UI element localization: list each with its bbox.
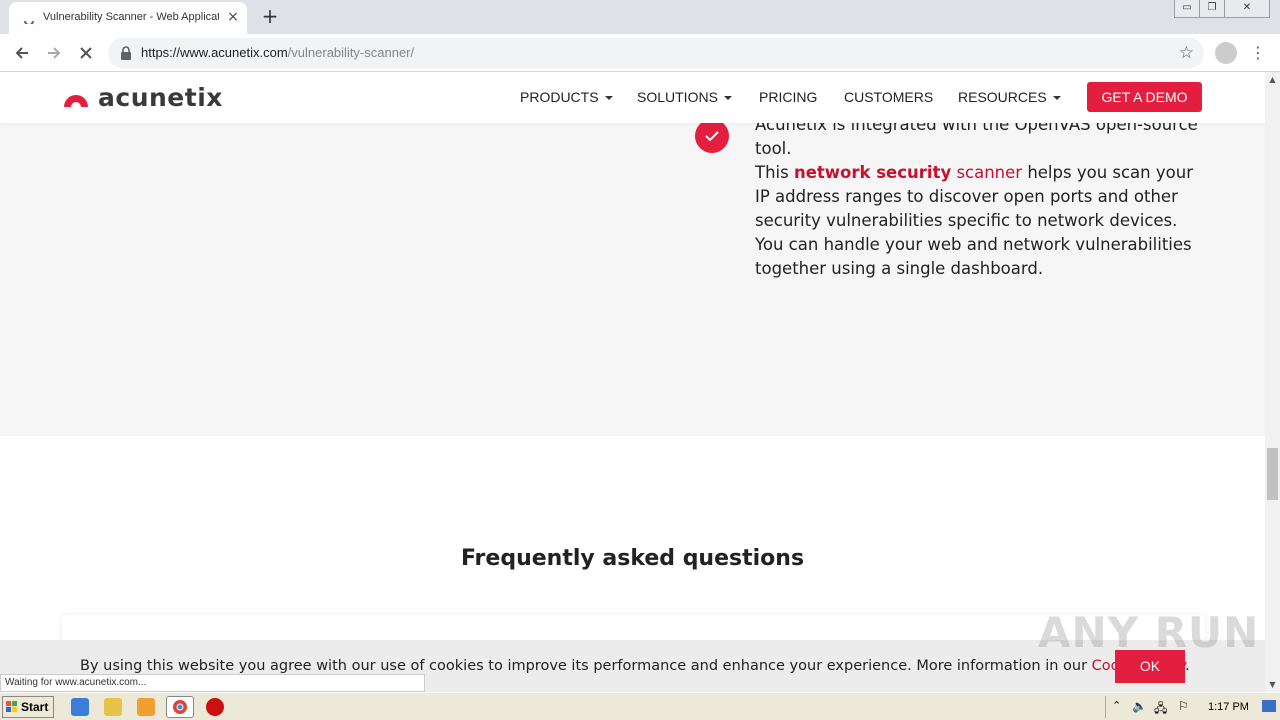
chevron-down-icon — [604, 96, 613, 101]
network-icon[interactable]: 🖧 — [1154, 699, 1167, 720]
cookie-end: . — [1185, 658, 1190, 674]
chevron-down-icon — [1052, 96, 1061, 101]
page-viewport: Acunetix is integrated with the OpenVAS … — [0, 72, 1265, 692]
anyrun-watermark: ANY RUN — [1038, 608, 1260, 657]
browser-menu-icon[interactable]: ⋮ — [1250, 42, 1266, 64]
chrome-icon — [173, 700, 187, 714]
window-controls: ▭ ❐ ✕ — [1174, 0, 1270, 18]
close-window-button[interactable]: ✕ — [1224, 0, 1270, 18]
nav-products[interactable]: PRODUCTS — [520, 89, 613, 105]
loading-favicon-icon — [24, 20, 34, 24]
forward-button[interactable] — [42, 41, 66, 65]
checkmark-icon — [695, 119, 729, 153]
faq-heading: Frequently asked questions — [460, 546, 805, 571]
profile-avatar[interactable] — [1215, 42, 1237, 64]
url-text: https://www.acunetix.com/vulnerability-s… — [141, 45, 414, 60]
feature-this: This — [755, 163, 794, 182]
browser-toolbar: https://www.acunetix.com/vulnerability-s… — [0, 34, 1280, 72]
chevron-down-icon — [723, 96, 732, 101]
bookmark-star-icon[interactable]: ☆ — [1179, 43, 1194, 63]
minimize-button[interactable]: ▭ — [1174, 0, 1200, 18]
tab-close-icon[interactable]: × — [225, 9, 241, 25]
nav-solutions[interactable]: SOLUTIONS — [637, 89, 732, 105]
lock-icon — [121, 46, 131, 60]
flag-icon[interactable]: ⚐ — [1178, 699, 1189, 713]
browser-tab[interactable]: Vulnerability Scanner - Web Applicati × — [9, 2, 247, 34]
tray-expand-icon[interactable]: ⌃ — [1112, 699, 1121, 712]
feature-description: Acunetix is integrated with the OpenVAS … — [755, 113, 1205, 281]
opera-icon[interactable] — [206, 698, 224, 716]
explorer-folder-icon[interactable] — [104, 698, 122, 716]
stop-loading-button[interactable] — [74, 41, 98, 65]
tab-strip: Vulnerability Scanner - Web Applicati × … — [0, 0, 1280, 34]
media-player-icon[interactable] — [137, 698, 155, 716]
site-header: acunetix PRODUCTS SOLUTIONS PRICING CUST… — [0, 72, 1265, 123]
volume-icon[interactable]: 🔈 — [1132, 699, 1147, 713]
network-security-link[interactable]: network security — [794, 163, 951, 182]
windows-taskbar: Start ⌃ 🔈 🖧 ⚐ 1:17 PM — [0, 692, 1280, 720]
nav-solutions-label: SOLUTIONS — [637, 89, 718, 105]
url-host: https://www.acunetix.com — [141, 45, 288, 60]
logo-text: acunetix — [98, 82, 223, 112]
system-tray: ⌃ 🔈 🖧 ⚐ — [1105, 696, 1278, 718]
nav-pricing[interactable]: PRICING — [759, 89, 817, 105]
nav-resources[interactable]: RESOURCES — [958, 89, 1061, 105]
vertical-scrollbar[interactable]: ▲ ▼ — [1265, 72, 1280, 692]
back-arrow-icon — [15, 47, 28, 59]
logo-icon — [64, 95, 88, 107]
cookie-text: By using this website you agree with our… — [80, 658, 1092, 674]
show-desktop-icon[interactable] — [1262, 700, 1276, 712]
cookie-message: By using this website you agree with our… — [80, 658, 1190, 674]
scanner-link[interactable]: scanner — [951, 163, 1022, 182]
url-path: /vulnerability-scanner/ — [287, 45, 415, 60]
address-bar[interactable]: https://www.acunetix.com/vulnerability-s… — [108, 38, 1204, 68]
chrome-taskbar-button[interactable] — [166, 696, 194, 718]
start-label: Start — [21, 700, 49, 714]
scroll-up-icon[interactable]: ▲ — [1265, 72, 1280, 87]
nav-resources-label: RESOURCES — [958, 89, 1047, 105]
ie-icon[interactable] — [71, 698, 89, 716]
nav-products-label: PRODUCTS — [520, 89, 599, 105]
status-bubble: Waiting for www.acunetix.com... — [0, 674, 425, 692]
tab-title: Vulnerability Scanner - Web Applicati — [43, 11, 219, 23]
start-button[interactable]: Start — [2, 696, 54, 718]
close-icon — [80, 47, 92, 59]
windows-logo-icon — [6, 701, 17, 712]
get-a-demo-button[interactable]: GET A DEMO — [1087, 82, 1202, 112]
restore-button[interactable]: ❐ — [1199, 0, 1225, 18]
forward-arrow-icon — [48, 47, 61, 59]
new-tab-button[interactable]: + — [258, 5, 282, 29]
back-button[interactable] — [10, 41, 34, 65]
scroll-thumb[interactable] — [1267, 448, 1278, 500]
nav-customers[interactable]: CUSTOMERS — [844, 89, 933, 105]
clock[interactable]: 1:17 PM — [1208, 701, 1249, 713]
acunetix-logo[interactable]: acunetix — [62, 82, 223, 112]
scroll-down-icon[interactable]: ▼ — [1265, 677, 1280, 692]
